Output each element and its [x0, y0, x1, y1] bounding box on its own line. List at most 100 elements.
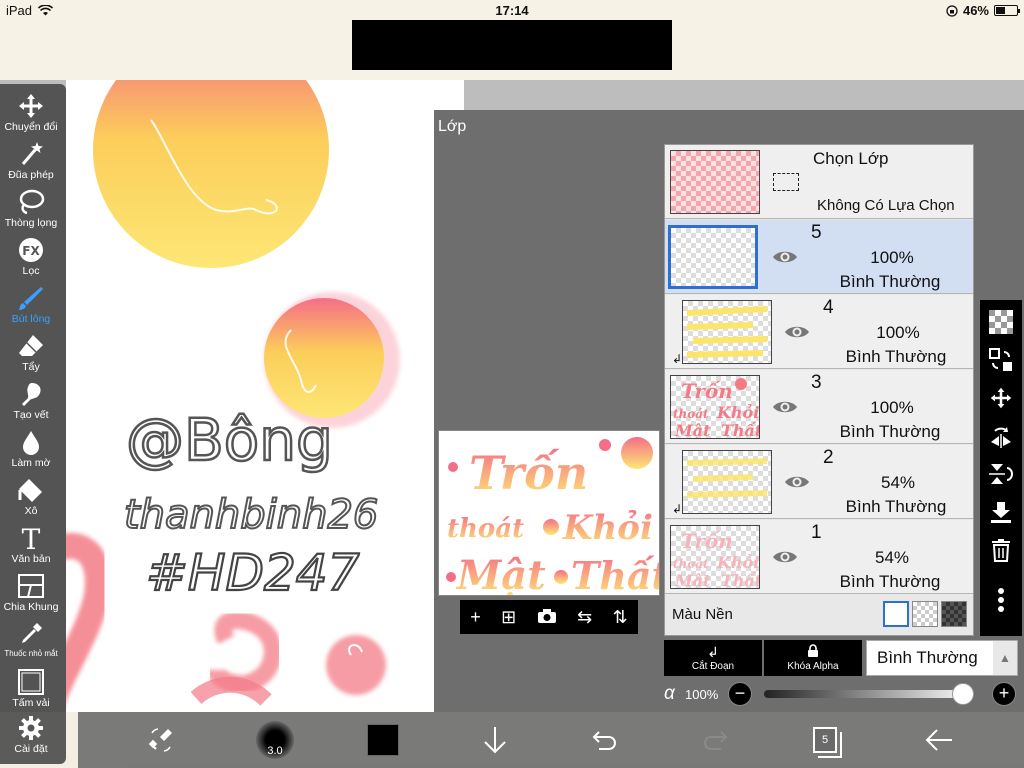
camera-icon[interactable]	[537, 608, 557, 627]
tool-brush[interactable]: Bút lông	[0, 284, 62, 332]
flip-layer-horizontal-icon[interactable]	[987, 422, 1015, 450]
tool-smudge[interactable]: Tạo vết	[0, 380, 62, 428]
tool-canvas[interactable]: Tấm vải	[0, 668, 62, 716]
tool-label: Thòng lọng	[4, 217, 58, 229]
tool-label: Tẩy	[22, 361, 40, 373]
opacity-decrease-button[interactable]: −	[728, 682, 752, 706]
arrow-left-icon	[925, 729, 952, 751]
magic-wand-icon	[21, 142, 43, 165]
layer-reference-icon[interactable]	[987, 346, 1015, 374]
brush-icon	[19, 287, 43, 310]
tool-magic-wand[interactable]: Đũa phép	[0, 140, 62, 188]
ad-banner[interactable]	[352, 20, 672, 70]
layer-number: 3	[811, 372, 822, 393]
tool-eyedropper[interactable]: Thuốc nhỏ mắt	[0, 620, 62, 668]
top-bar	[0, 20, 1024, 80]
tool-settings[interactable]: Cài đặt	[0, 714, 62, 762]
layer-row[interactable]: ↲ 2 54% Bình Thường	[665, 445, 973, 519]
tool-transform[interactable]: Chuyển đổi	[0, 92, 62, 140]
svg-text:Thất: Thất	[721, 421, 759, 438]
opacity-slider[interactable]	[764, 683, 974, 705]
tool-label: Đũa phép	[8, 169, 54, 181]
flip-horizontal-icon[interactable]: ⇆	[577, 608, 592, 626]
preview-word-3: Khỏi	[562, 508, 653, 548]
blend-mode-select[interactable]: Bình Thường ▲	[866, 640, 1018, 676]
eye-icon[interactable]	[772, 248, 798, 266]
redo-button[interactable]	[692, 712, 738, 768]
quick-menu-button[interactable]	[138, 712, 184, 768]
background-white-swatch[interactable]	[883, 601, 909, 627]
back-button[interactable]	[916, 712, 962, 768]
layer-number: 2	[823, 447, 834, 468]
layer-thumbnail: Trốn thoát Khỏi Mật Thất	[670, 375, 760, 439]
undo-button[interactable]	[582, 712, 628, 768]
clipping-button[interactable]: ↲ Cắt Đoạn	[664, 640, 762, 676]
layer-row[interactable]: Trốn thoát Khỏi Mật Thất 1 54% Bình Thường	[665, 520, 973, 594]
tool-palette: Chuyển đổi Đũa phép Thòng lọng FX Lọc Bú…	[0, 84, 66, 764]
layer-number: 1	[811, 522, 822, 543]
tool-label: Văn bản	[11, 553, 51, 565]
svg-text:Khỏi: Khỏi	[716, 553, 759, 572]
tool-bucket[interactable]: Xô	[0, 476, 62, 524]
color-button[interactable]	[360, 712, 406, 768]
transparency-checker-icon[interactable]	[987, 308, 1015, 336]
opacity-increase-button[interactable]: +	[992, 682, 1016, 706]
alpha-lock-button[interactable]: Khóa Alpha	[764, 640, 862, 676]
clipping-mask-icon: ↲	[672, 502, 683, 516]
layer-opacity: 54%	[874, 548, 910, 567]
clock: 17:14	[495, 3, 529, 18]
tool-label: Chuyển đổi	[4, 121, 58, 133]
merge-down-icon[interactable]	[987, 498, 1015, 526]
brush-size-button[interactable]: 3.0	[252, 712, 298, 768]
background-dark-swatch[interactable]	[941, 601, 967, 627]
more-options-icon[interactable]	[987, 586, 1015, 614]
tool-blur[interactable]: Làm mờ	[0, 428, 62, 476]
trash-icon[interactable]	[987, 536, 1015, 564]
layer-row[interactable]: Trốn thoát Khỏi Mật Thất 3 100% Bình Thường	[665, 370, 973, 444]
blur-drop-icon	[23, 431, 39, 455]
tool-label: Bút lông	[11, 313, 51, 325]
smudge-icon	[22, 383, 41, 406]
bottom-toolbar: 3.0 5	[78, 712, 1024, 768]
preview-word-5: Thất	[571, 553, 660, 596]
tool-text[interactable]: T Văn bản	[0, 524, 62, 572]
move-layer-icon[interactable]	[987, 384, 1015, 412]
clipping-button-label: Cắt Đoạn	[691, 660, 735, 672]
selection-layer-title: Chọn Lớp	[813, 149, 889, 168]
dropdown-arrow-icon: ▲	[993, 641, 1017, 675]
alpha-symbol: α	[664, 683, 675, 704]
lasso-icon	[19, 189, 45, 215]
eye-icon[interactable]	[772, 398, 798, 416]
eye-icon[interactable]	[784, 323, 810, 341]
drawing-canvas[interactable]: @Bông thanhbinh26 #HD247	[66, 80, 464, 712]
download-button[interactable]	[472, 712, 518, 768]
opacity-slider-knob[interactable]	[952, 683, 974, 705]
layer-opacity: 100%	[870, 248, 914, 267]
preview-word-1: Trốn	[469, 446, 588, 500]
layer-count: 5	[821, 734, 829, 746]
flip-vertical-icon[interactable]: ⇅	[613, 608, 628, 626]
eraser-icon	[19, 335, 43, 356]
eye-icon[interactable]	[784, 473, 810, 491]
flip-layer-vertical-icon[interactable]	[987, 460, 1015, 488]
add-layer-icon[interactable]: +	[470, 608, 481, 626]
layer-row[interactable]: 5 100% Bình Thường	[665, 220, 973, 294]
move-arrows-icon	[19, 94, 43, 118]
selection-layer-row[interactable]: Chọn Lớp Không Có Lựa Chọn	[665, 145, 973, 219]
svg-text:thoát: thoát	[673, 557, 709, 571]
tool-frame-divider[interactable]: Chia Khung	[0, 572, 62, 620]
layers-button[interactable]: 5	[802, 712, 848, 768]
layer-row[interactable]: ↲ 4 100% Bình Thường	[665, 295, 973, 369]
tool-eraser[interactable]: Tẩy	[0, 332, 62, 380]
add-layer-copy-icon[interactable]: ⊞	[501, 608, 516, 626]
tool-label: Tạo vết	[13, 409, 49, 421]
text-icon: T	[22, 524, 41, 552]
layer-list: Chọn Lớp Không Có Lựa Chọn 5 100% Bình T…	[664, 144, 974, 636]
clipping-mask-icon: ↲	[672, 352, 683, 366]
layer-thumbnail	[682, 300, 772, 364]
eye-icon[interactable]	[772, 548, 798, 566]
background-transparent-swatch[interactable]	[912, 601, 938, 627]
layers-stack-icon: 5	[813, 727, 842, 758]
tool-lasso[interactable]: Thòng lọng	[0, 188, 62, 236]
tool-filter[interactable]: FX Lọc	[0, 236, 62, 284]
